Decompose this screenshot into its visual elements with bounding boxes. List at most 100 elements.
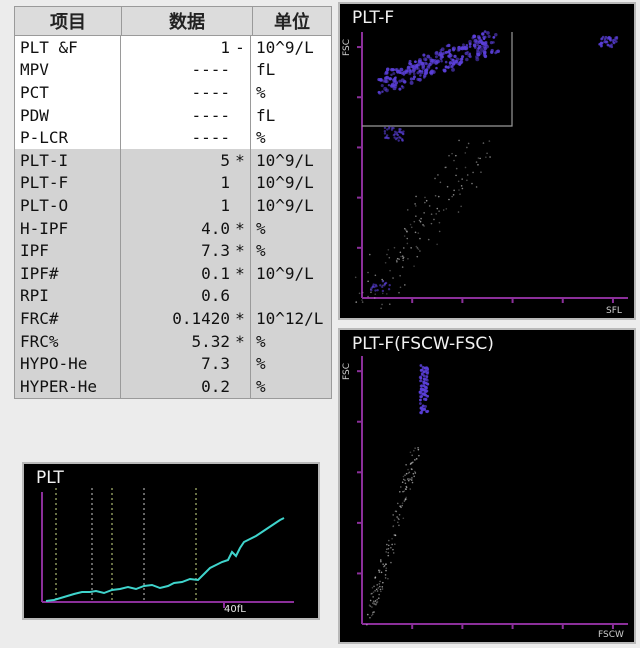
scatter-point <box>438 210 440 212</box>
row-value-cell: 7.3 * <box>121 239 251 262</box>
scatter-point <box>397 521 399 524</box>
scatter-point <box>468 45 472 48</box>
scatter-point <box>400 131 403 134</box>
scatter-point <box>393 519 396 522</box>
scatter-point <box>423 225 425 227</box>
scatter-point <box>471 182 473 185</box>
scatter-point <box>486 31 490 35</box>
scatter-point <box>392 514 394 516</box>
scatter-point <box>486 152 488 155</box>
scatter-point <box>371 285 375 288</box>
scatter-point <box>423 407 426 411</box>
scatter-point <box>379 588 382 591</box>
scatter-point <box>480 171 482 173</box>
scatter-point <box>399 136 402 140</box>
scatter-point <box>385 569 387 572</box>
scatter-point <box>460 45 464 49</box>
scatter-point <box>387 551 390 554</box>
scatter-point <box>414 231 417 234</box>
scatter-point <box>466 146 468 149</box>
row-unit: 10^9/L <box>256 37 314 57</box>
scatter-point <box>419 237 421 240</box>
scatter-point <box>394 81 399 85</box>
row-unit: fL <box>256 105 276 125</box>
row-unit: % <box>256 218 266 238</box>
row-value-cell: ---- <box>121 58 251 82</box>
row-unit: 10^9/L <box>256 173 314 193</box>
scatter-point <box>396 136 399 140</box>
scatter-point <box>419 402 422 405</box>
scatter-point <box>393 130 397 134</box>
scatter-point <box>412 472 415 475</box>
scatter-point <box>383 565 385 568</box>
scatter-point <box>369 599 372 602</box>
row-value: 5.32 <box>191 331 230 351</box>
scatter-point <box>438 221 441 224</box>
scatter-point <box>432 61 435 64</box>
scatter-point <box>369 253 371 256</box>
scatter-point <box>472 43 477 48</box>
scatter-point <box>601 35 605 39</box>
row-unit: % <box>256 376 266 396</box>
scatter-point <box>386 293 388 295</box>
scatter-point <box>448 64 452 69</box>
scatter-point <box>370 614 373 617</box>
scatter-point <box>388 303 391 306</box>
scatter-point <box>382 563 384 565</box>
scatter-point <box>374 600 377 602</box>
scatter-point <box>419 390 423 394</box>
scatter-point <box>465 57 469 62</box>
scatter-point <box>417 248 420 250</box>
header-value: 数据 <box>122 7 253 35</box>
scatter-point <box>380 560 382 563</box>
scatter-point <box>383 130 387 133</box>
scatter-point <box>419 406 423 410</box>
row-item: PLT-O <box>15 194 121 217</box>
scatter-point <box>446 185 449 188</box>
histogram-marker-label: 40fL <box>224 604 246 615</box>
scatter-point <box>460 205 462 208</box>
scatter-point <box>422 381 426 385</box>
scatter-point <box>485 156 487 159</box>
scatter-point <box>367 295 369 298</box>
scatter-point <box>455 167 458 170</box>
scatter-point <box>384 70 389 75</box>
row-value: 0.1 <box>201 263 230 283</box>
row-item: FRC# <box>15 307 121 330</box>
scatter-point <box>422 53 426 57</box>
scatter-point <box>388 77 392 81</box>
scatter-point <box>494 33 498 37</box>
table-row: IPF 7.3 *% <box>15 239 331 262</box>
row-value: ---- <box>191 105 230 125</box>
scatter-point <box>379 77 383 82</box>
scatter-point <box>361 301 364 303</box>
scatter-point <box>464 166 467 169</box>
plt-f-x-label: SFL <box>606 306 622 316</box>
table-body: PLT &F 1-10^9/L MPV ---- fL PCT ----% PDW ---- fL… <box>15 36 331 398</box>
scatter-point <box>429 70 434 75</box>
scatter-point <box>398 291 400 294</box>
scatter-point <box>401 266 404 268</box>
plt-histogram: PLT 40fL <box>22 462 320 620</box>
scatter-point <box>355 301 358 303</box>
table-header: 项目 数据 单位 <box>15 7 331 36</box>
scatter-point <box>406 237 409 240</box>
table-row: PCT ----% <box>15 81 331 104</box>
plt-histogram-plot <box>41 488 294 608</box>
scatter-point <box>396 261 398 263</box>
scatter-point <box>388 256 391 259</box>
scatter-point <box>378 91 382 95</box>
scatter-point <box>425 410 429 414</box>
scatter-point <box>406 242 409 245</box>
scatter-point <box>397 517 400 520</box>
fscw-fsc-y-label: FSC <box>342 362 352 380</box>
scatter-point <box>434 177 436 180</box>
scatter-point <box>398 258 400 260</box>
scatter-point <box>371 586 374 589</box>
scatter-point <box>398 524 400 527</box>
row-unit: 10^9/L <box>256 195 314 215</box>
scatter-point <box>413 449 415 452</box>
scatter-point <box>420 217 422 220</box>
scatter-point <box>447 43 451 48</box>
row-flag: * <box>235 263 245 283</box>
